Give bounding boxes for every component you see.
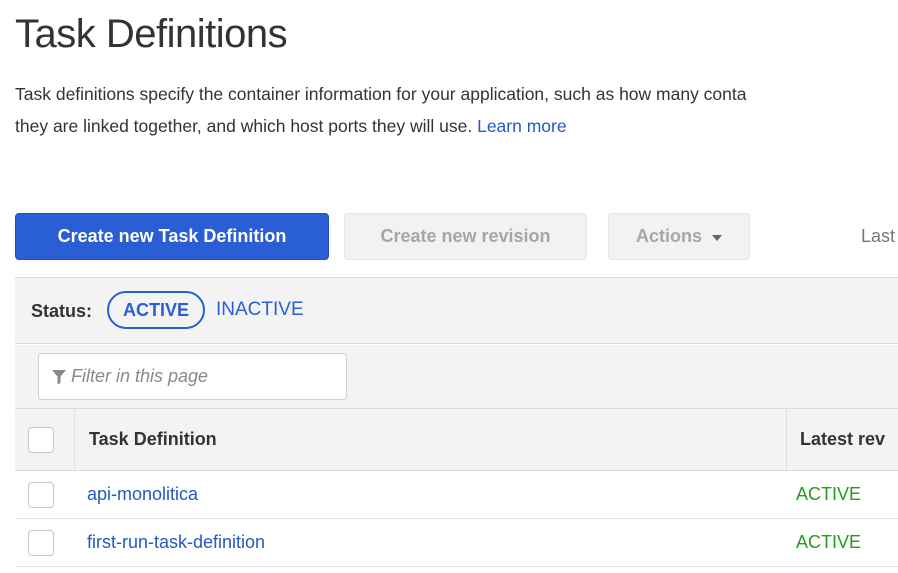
task-definition-link[interactable]: api-monolitica (87, 484, 198, 505)
row-checkbox[interactable] (28, 482, 54, 508)
table-header-row: Task Definition Latest rev (15, 409, 898, 471)
filter-icon (52, 369, 66, 384)
status-filter-bar: Status: ACTIVE INACTIVE (15, 278, 898, 344)
row-checkbox[interactable] (28, 530, 54, 556)
learn-more-link[interactable]: Learn more (477, 116, 567, 136)
create-task-definition-label: Create new Task Definition (57, 226, 287, 246)
status-active-toggle[interactable]: ACTIVE (107, 291, 205, 329)
last-updated-label: Last (861, 226, 896, 246)
create-task-definition-button[interactable]: Create new Task Definition (15, 213, 329, 260)
create-new-revision-label: Create new revision (380, 226, 551, 246)
task-definitions-table: Status: ACTIVE INACTIVE Filter in this p… (15, 277, 898, 573)
column-header-task-definition[interactable]: Task Definition (89, 429, 217, 450)
status-label: Status: (31, 301, 93, 321)
page-title: Task Definitions (15, 12, 288, 56)
description-line-2-text: they are linked together, and which host… (15, 116, 473, 136)
row-status-active: ACTIVE (796, 484, 862, 504)
table-row: first-run-task-definition ACTIVE (15, 519, 898, 567)
filter-bar: Filter in this page (15, 345, 898, 409)
select-all-checkbox[interactable] (28, 427, 54, 453)
table-row: api-monolitica ACTIVE (15, 471, 898, 519)
column-divider (786, 409, 787, 471)
create-new-revision-button[interactable]: Create new revision (344, 213, 587, 260)
description-line-2: they are linked together, and which host… (15, 110, 898, 142)
select-all-cell (15, 409, 75, 471)
caret-down-icon (712, 234, 722, 241)
column-header-latest-revision[interactable]: Latest rev (800, 429, 885, 450)
actions-label: Actions (635, 226, 702, 246)
description-line-1: Task definitions specify the container i… (15, 84, 747, 104)
status-inactive-toggle[interactable]: INACTIVE (216, 299, 304, 321)
actions-dropdown-button[interactable]: Actions (608, 213, 750, 260)
row-status-active: ACTIVE (796, 532, 862, 552)
task-definition-link[interactable]: first-run-task-definition (87, 532, 265, 553)
filter-placeholder: Filter in this page (71, 366, 209, 386)
page-description: Task definitions specify the container i… (15, 78, 898, 142)
filter-input[interactable]: Filter in this page (38, 353, 347, 400)
